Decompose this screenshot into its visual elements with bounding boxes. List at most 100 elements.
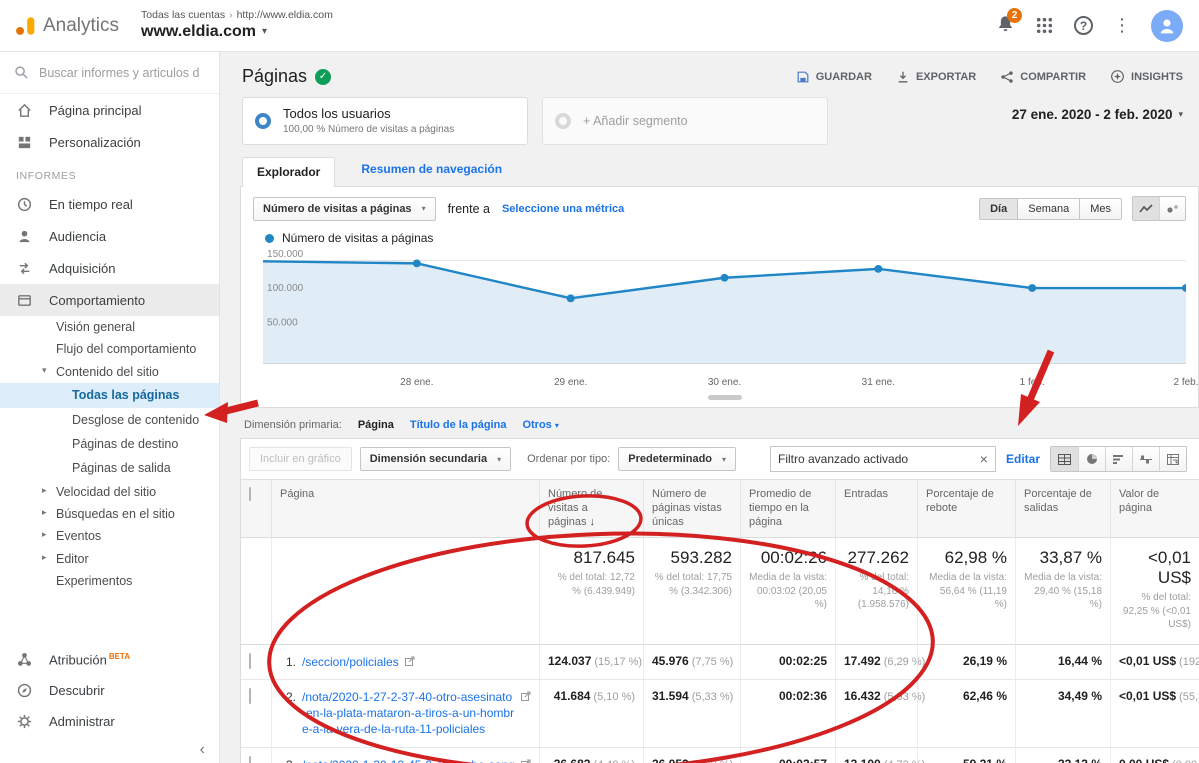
page-link[interactable]: /nota/2020-1-30-10-45-0-otro-robo-sangri…: [302, 757, 515, 763]
granularity-day-button[interactable]: Día: [979, 198, 1018, 220]
tab-explorer[interactable]: Explorador: [242, 157, 335, 187]
sidebar-item-home[interactable]: Página principal: [0, 94, 219, 126]
share-button[interactable]: COMPARTIR: [1000, 70, 1086, 84]
sidebar-item-behavior-flow[interactable]: Flujo del comportamiento: [0, 338, 219, 360]
total-unique: 593.282: [652, 548, 732, 568]
metric-dropdown[interactable]: Número de visitas a páginas ▾: [253, 197, 436, 221]
total-avg-time: 00:02:26: [749, 548, 827, 568]
select-metric-link[interactable]: Seleccione una métrica: [502, 203, 624, 215]
expand-caret-icon[interactable]: ▸: [42, 485, 47, 495]
sidebar-item-acquisition[interactable]: Adquisición: [0, 252, 219, 284]
granularity-week-button[interactable]: Semana: [1018, 198, 1080, 220]
sidebar-item-events[interactable]: ▸ Eventos: [0, 525, 219, 547]
row-checkbox[interactable]: [249, 688, 251, 704]
secondary-dimension-dropdown[interactable]: Dimensión secundaria ▾: [360, 447, 511, 471]
column-header-unique-pageviews[interactable]: Número de páginas vistas únicas: [643, 480, 740, 538]
account-selector[interactable]: Todas las cuentas›http://www.eldia.com w…: [141, 9, 333, 42]
more-menu-icon[interactable]: ⋮: [1113, 15, 1131, 36]
filter-input[interactable]: [778, 452, 974, 466]
date-range-picker[interactable]: 27 ene. 2020 - 2 feb. 2020 ▾: [1012, 97, 1183, 122]
sidebar-item-admin[interactable]: Administrar: [0, 706, 219, 737]
motion-chart-type-button[interactable]: [1159, 197, 1185, 220]
sidebar-item-behavior-overview[interactable]: Visión general: [0, 316, 219, 338]
sidebar-item-discover[interactable]: Descubrir: [0, 675, 219, 706]
sidebar-collapse-button[interactable]: ‹: [0, 737, 219, 763]
traffic-chart[interactable]: 50.000100.000150.000 28 ene.29 ene.30 en…: [263, 249, 1186, 400]
expand-caret-icon[interactable]: ▾: [42, 365, 47, 375]
chart-range-handle[interactable]: [708, 395, 742, 400]
sidebar-item-realtime[interactable]: En tiempo real: [0, 188, 219, 220]
select-all-checkbox[interactable]: [249, 487, 251, 501]
comparison-view-button[interactable]: [1132, 447, 1159, 471]
line-chart-type-button[interactable]: [1133, 197, 1159, 220]
sidebar-item-exit-pages[interactable]: Páginas de salida: [0, 456, 219, 480]
total-pageviews-sub: % del total: 12,72 % (6.439.949): [548, 571, 635, 598]
expand-caret-icon[interactable]: ▸: [42, 529, 47, 539]
advanced-filter-box[interactable]: ×: [770, 446, 996, 472]
breadcrumb-property: http://www.eldia.com: [237, 9, 333, 21]
performance-view-button[interactable]: [1105, 447, 1132, 471]
sidebar-item-landing-pages[interactable]: Páginas de destino: [0, 432, 219, 456]
page-link[interactable]: /nota/2020-1-27-2-37-40-otro-asesinato-e…: [302, 689, 515, 738]
granularity-month-button[interactable]: Mes: [1080, 198, 1122, 220]
clear-filter-icon[interactable]: ×: [980, 451, 988, 467]
help-icon[interactable]: ?: [1074, 16, 1093, 35]
row-checkbox[interactable]: [249, 756, 251, 763]
column-header-bounce-rate[interactable]: Porcentaje de rebote: [917, 480, 1015, 538]
row-checkbox[interactable]: [249, 653, 251, 669]
tab-navigation-summary[interactable]: Resumen de navegación: [361, 162, 502, 186]
analytics-logo[interactable]: Analytics: [0, 15, 127, 37]
column-header-avg-time[interactable]: Promedio de tiempo en la página: [740, 480, 835, 538]
column-header-entrances[interactable]: Entradas: [835, 480, 917, 538]
apps-grid-icon[interactable]: [1035, 16, 1054, 35]
sidebar-item-attribution[interactable]: AtribuciónBETA: [0, 644, 219, 675]
row-index: 1.: [280, 654, 296, 670]
table-header-row: Página Número de visitas a páginas↓ Núme…: [241, 480, 1199, 538]
sort-type-dropdown[interactable]: Predeterminado ▾: [618, 447, 736, 471]
insights-button[interactable]: INSIGHTS: [1110, 69, 1183, 84]
avatar[interactable]: [1151, 10, 1183, 42]
edit-filter-link[interactable]: Editar: [1006, 452, 1040, 466]
dimension-page[interactable]: Página: [358, 419, 394, 431]
table-view-button[interactable]: [1051, 447, 1078, 471]
expand-caret-icon[interactable]: ▸: [42, 507, 47, 517]
sidebar-item-audience[interactable]: Audiencia: [0, 220, 219, 252]
sidebar-item-content-drilldown[interactable]: Desglose de contenido: [0, 408, 219, 432]
total-bounce-sub: Media de la vista: 56,64 % (11,19 %): [926, 571, 1007, 612]
breadcrumb: Todas las cuentas›http://www.eldia.com: [141, 9, 333, 22]
pivot-view-button[interactable]: [1159, 447, 1186, 471]
external-link-icon[interactable]: [405, 656, 415, 666]
dimension-page-title[interactable]: Título de la página: [410, 419, 507, 431]
column-header-page-value[interactable]: Valor de página: [1110, 480, 1199, 538]
expand-caret-icon[interactable]: ▸: [42, 552, 47, 562]
sidebar-search[interactable]: [0, 52, 219, 94]
sidebar-item-publisher[interactable]: ▸ Editor: [0, 548, 219, 570]
column-header-page[interactable]: Página: [271, 480, 539, 538]
column-header-pageviews[interactable]: Número de visitas a páginas↓: [539, 480, 643, 538]
sidebar-item-site-search[interactable]: ▸ Búsquedas en el sitio: [0, 503, 219, 525]
sidebar-item-site-speed[interactable]: ▸ Velocidad del sitio: [0, 481, 219, 503]
external-link-icon[interactable]: [521, 759, 531, 763]
plot-rows-button[interactable]: Incluir en gráfico: [249, 447, 352, 471]
column-header-exit-rate[interactable]: Porcentaje de salidas: [1015, 480, 1110, 538]
segment-card-all-users[interactable]: Todos los usuarios 100,00 % Número de vi…: [242, 97, 528, 145]
sidebar-item-all-pages[interactable]: Todas las páginas: [0, 383, 219, 407]
search-input[interactable]: [39, 66, 199, 80]
notifications-button[interactable]: 2: [996, 14, 1015, 38]
dimension-other[interactable]: Otros ▾: [522, 419, 558, 431]
page-link[interactable]: /seccion/policiales: [302, 654, 399, 670]
sidebar-item-experiments[interactable]: Experimentos: [0, 570, 219, 592]
sidebar-item-customization[interactable]: Personalización: [0, 126, 219, 158]
download-icon: [896, 70, 910, 84]
total-entrances: 277.262: [844, 548, 909, 568]
sidebar-item-site-content[interactable]: ▾ Contenido del sitio: [0, 361, 219, 383]
sidebar-subitem-label: Velocidad del sitio: [56, 485, 156, 499]
export-button[interactable]: EXPORTAR: [896, 70, 976, 84]
notification-badge: 2: [1007, 8, 1022, 23]
person-icon: [16, 228, 33, 245]
external-link-icon[interactable]: [521, 691, 531, 701]
percentage-view-button[interactable]: [1078, 447, 1105, 471]
add-segment-card[interactable]: + Añadir segmento: [542, 97, 828, 145]
save-button[interactable]: GUARDAR: [796, 70, 872, 84]
sidebar-item-behavior[interactable]: Comportamiento: [0, 284, 219, 316]
